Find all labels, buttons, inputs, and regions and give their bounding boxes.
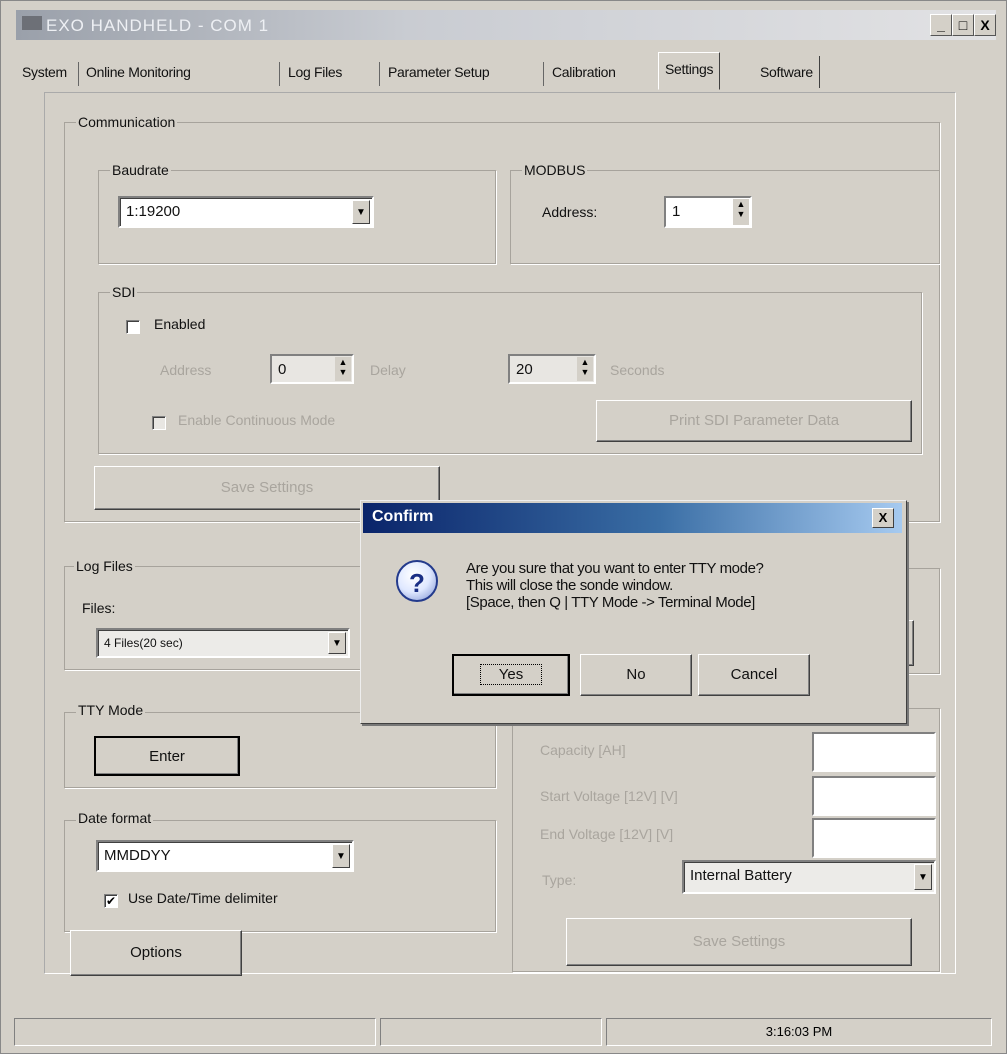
dialog-title: Confirm: [372, 508, 434, 525]
date-delimiter-label: Use Date/Time delimiter: [126, 890, 280, 906]
cancel-button[interactable]: Cancel: [698, 654, 810, 696]
options-button[interactable]: Options: [70, 930, 242, 976]
spin-arrows-icon[interactable]: ▲ ▼: [733, 199, 749, 225]
end-voltage-field[interactable]: [812, 818, 936, 858]
date-format-value: MMDDYY: [104, 847, 171, 864]
close-button[interactable]: X: [974, 14, 996, 36]
dialog-message-line-3: [Space, then Q | TTY Mode -> Terminal Mo…: [466, 594, 755, 611]
files-select[interactable]: 4 Files(20 sec) ▼: [96, 628, 350, 658]
modbus-label: MODBUS: [522, 162, 588, 178]
capacity-label: Capacity [AH]: [538, 742, 628, 758]
capacity-field[interactable]: [812, 732, 936, 772]
modbus-address-value: 1: [672, 203, 681, 220]
sdi-label: SDI: [110, 284, 138, 300]
date-format-group: [64, 820, 496, 932]
sdi-address-label: Address: [158, 362, 214, 378]
yes-button-label: Yes: [479, 664, 543, 685]
sdi-address-value: 0: [278, 361, 287, 378]
dialog-message: Are you sure that you want to enter TTY …: [466, 560, 764, 611]
start-voltage-label: Start Voltage [12V] [V]: [538, 788, 680, 804]
dialog-message-line-2: This will close the sonde window.: [466, 577, 673, 594]
sdi-seconds-label: Seconds: [608, 362, 667, 378]
dialog-close-button[interactable]: X: [872, 508, 894, 528]
battery-type-value: Internal Battery: [690, 867, 792, 884]
baudrate-value: 1:19200: [126, 203, 181, 220]
tty-enter-button[interactable]: Enter: [94, 736, 240, 776]
spin-arrows-icon[interactable]: ▲ ▼: [577, 357, 593, 381]
tab-settings[interactable]: Settings: [658, 52, 721, 90]
status-pane-2: [380, 1018, 602, 1046]
window-title: EXO HANDHELD - COM 1: [46, 16, 270, 35]
baudrate-select[interactable]: 1:19200 ▼: [118, 196, 374, 228]
files-label: Files:: [80, 600, 118, 616]
sdi-delay-spinner[interactable]: 20 ▲ ▼: [508, 354, 596, 384]
tab-online-monitoring[interactable]: Online Monitoring: [86, 56, 191, 88]
modbus-address-spinner[interactable]: 1 ▲ ▼: [664, 196, 752, 228]
dialog-title-bar[interactable]: [363, 503, 902, 533]
maximize-button[interactable]: □: [952, 14, 974, 36]
no-button[interactable]: No: [580, 654, 692, 696]
baudrate-label: Baudrate: [110, 162, 171, 178]
communication-label: Communication: [76, 114, 178, 130]
log-files-label: Log Files: [74, 558, 135, 574]
tty-mode-label: TTY Mode: [76, 702, 146, 718]
battery-type-select[interactable]: Internal Battery ▼: [682, 860, 936, 894]
chevron-down-icon[interactable]: ▼: [914, 864, 932, 890]
sdi-delay-label: Delay: [368, 362, 408, 378]
date-delimiter-checkbox[interactable]: ✔: [104, 894, 118, 908]
chevron-down-icon[interactable]: ▼: [352, 200, 370, 224]
continuous-mode-checkbox[interactable]: [152, 416, 166, 430]
print-sdi-button[interactable]: Print SDI Parameter Data: [596, 400, 912, 442]
end-voltage-label: End Voltage [12V] [V]: [538, 826, 676, 842]
modbus-address-label: Address:: [540, 204, 600, 220]
sdi-delay-value: 20: [516, 361, 533, 378]
chevron-down-icon[interactable]: ▼: [328, 632, 346, 654]
chevron-down-icon[interactable]: ▼: [332, 844, 350, 868]
sdi-enabled-checkbox[interactable]: [126, 320, 140, 334]
tab-calibration[interactable]: Calibration: [552, 56, 616, 88]
question-icon: ?: [396, 560, 438, 602]
tab-system[interactable]: System: [22, 56, 67, 88]
tab-parameter-setup[interactable]: Parameter Setup: [388, 56, 490, 88]
date-format-select[interactable]: MMDDYY ▼: [96, 840, 354, 872]
status-pane-1: [14, 1018, 376, 1046]
date-format-label: Date format: [76, 810, 154, 826]
sdi-address-spinner[interactable]: 0 ▲ ▼: [270, 354, 354, 384]
start-voltage-field[interactable]: [812, 776, 936, 816]
spin-arrows-icon[interactable]: ▲ ▼: [335, 357, 351, 381]
tab-software[interactable]: Software: [754, 56, 820, 88]
dialog-message-line-1: Are you sure that you want to enter TTY …: [466, 560, 764, 577]
battery-save-settings-button[interactable]: Save Settings: [566, 918, 912, 966]
continuous-mode-label: Enable Continuous Mode: [176, 412, 338, 428]
sdi-enabled-label: Enabled: [152, 316, 208, 332]
app-icon: [22, 16, 42, 30]
files-value: 4 Files(20 sec): [104, 636, 183, 650]
battery-type-label: Type:: [540, 872, 579, 888]
status-time: 3:16:03 PM: [606, 1018, 992, 1046]
tab-log-files[interactable]: Log Files: [288, 56, 342, 88]
minimize-button[interactable]: _: [930, 14, 952, 36]
yes-button[interactable]: Yes: [452, 654, 570, 696]
